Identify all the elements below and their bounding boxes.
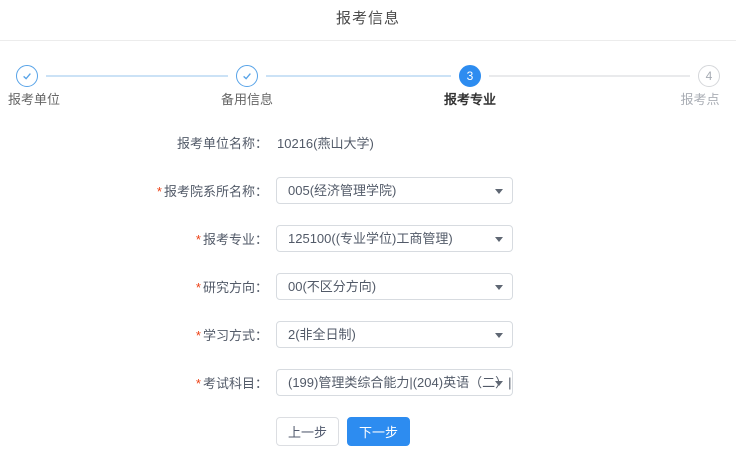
stepper: 3 4 报考单位 备用信息 报考专业 报考点 (0, 41, 736, 105)
dropdown-caret-icon (495, 237, 503, 242)
department-label: 报考院系所名称： (164, 184, 268, 199)
step-3-circle: 3 (459, 65, 481, 87)
check-icon (21, 70, 33, 82)
prev-step-button[interactable]: 上一步 (276, 417, 339, 446)
required-marker: * (196, 376, 201, 391)
step-connector-2-3 (266, 75, 451, 77)
footer-buttons: 上一步 下一步 (276, 417, 736, 446)
step-2-label: 备用信息 (221, 89, 273, 108)
next-step-button[interactable]: 下一步 (347, 417, 410, 446)
form-row-research-direction: *研究方向： 00(不区分方向) (0, 273, 736, 300)
exam-subjects-label: 考试科目： (203, 376, 268, 391)
step-3-number: 3 (467, 69, 474, 83)
unit-name-label: 报考单位名称： (0, 133, 268, 152)
unit-name-value: 10216(燕山大学) (277, 133, 374, 152)
required-marker: * (196, 328, 201, 343)
exam-subjects-select-value: (199)管理类综合能力|(204)英语（二）|(-)无 (288, 375, 513, 390)
dropdown-caret-icon (495, 189, 503, 194)
department-select[interactable]: 005(经济管理学院) (276, 177, 513, 204)
required-marker: * (157, 184, 162, 199)
step-4-circle: 4 (698, 65, 720, 87)
study-mode-select[interactable]: 2(非全日制) (276, 321, 513, 348)
research-direction-label: 研究方向： (203, 280, 268, 295)
major-label: 报考专业： (203, 232, 268, 247)
step-4-label: 报考点 (680, 89, 719, 108)
study-mode-label: 学习方式： (203, 328, 268, 343)
form-row-department: *报考院系所名称： 005(经济管理学院) (0, 177, 736, 204)
research-direction-select-value: 00(不区分方向) (288, 279, 376, 294)
exam-subjects-select[interactable]: (199)管理类综合能力|(204)英语（二）|(-)无 (276, 369, 513, 396)
major-select-value: 125100((专业学位)工商管理) (288, 231, 453, 246)
required-marker: * (196, 280, 201, 295)
application-info-page: 报考信息 3 4 报考单位 备用信息 报考专业 (0, 0, 736, 457)
page-title: 报考信息 (0, 0, 736, 40)
dropdown-caret-icon (495, 285, 503, 290)
step-2-circle (236, 65, 258, 87)
form-row-unit-name: 报考单位名称： 10216(燕山大学) (0, 129, 736, 156)
application-form: 报考单位名称： 10216(燕山大学) *报考院系所名称： 005(经济管理学院… (0, 129, 736, 396)
step-3-label: 报考专业 (444, 89, 496, 108)
research-direction-select[interactable]: 00(不区分方向) (276, 273, 513, 300)
form-row-study-mode: *学习方式： 2(非全日制) (0, 321, 736, 348)
step-1-label: 报考单位 (8, 89, 60, 108)
step-connector-1-2 (46, 75, 228, 77)
step-4-number: 4 (706, 69, 713, 83)
study-mode-select-value: 2(非全日制) (288, 327, 356, 342)
required-marker: * (196, 232, 201, 247)
dropdown-caret-icon (495, 381, 503, 386)
form-row-major: *报考专业： 125100((专业学位)工商管理) (0, 225, 736, 252)
form-row-exam-subjects: *考试科目： (199)管理类综合能力|(204)英语（二）|(-)无 (0, 369, 736, 396)
dropdown-caret-icon (495, 333, 503, 338)
step-connector-3-4 (489, 75, 690, 77)
department-select-value: 005(经济管理学院) (288, 183, 396, 198)
major-select[interactable]: 125100((专业学位)工商管理) (276, 225, 513, 252)
step-1-circle (16, 65, 38, 87)
check-icon (241, 70, 253, 82)
